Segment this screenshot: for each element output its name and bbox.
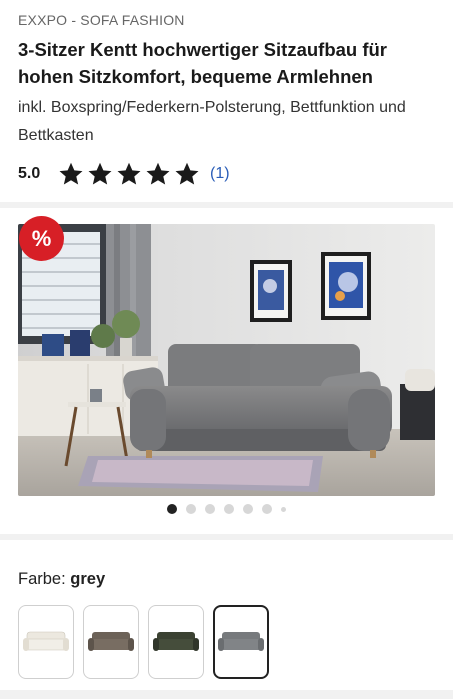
pagination-dot[interactable] <box>281 506 286 512</box>
product-title: 3-Sitzer Kentt hochwertiger Sitzaufbau f… <box>18 39 388 87</box>
star-icon <box>146 162 170 185</box>
section-divider <box>0 534 453 540</box>
color-swatch-brown[interactable] <box>83 605 139 679</box>
pagination-dot[interactable] <box>224 504 234 514</box>
review-count-link[interactable]: (1) <box>210 165 230 183</box>
selected-color-name: grey <box>70 570 106 588</box>
section-divider <box>0 690 453 699</box>
color-swatch-cream[interactable] <box>18 605 74 679</box>
pagination-dot[interactable] <box>262 504 272 514</box>
sofa-thumbnail <box>153 632 199 651</box>
color-swatches <box>18 605 269 679</box>
brand-name[interactable]: EXXPO - SOFA FASHION <box>18 12 185 28</box>
star-icon <box>175 162 199 185</box>
color-swatch-dark-green[interactable] <box>148 605 204 679</box>
rating-value: 5.0 <box>18 165 41 182</box>
product-subtitle: inkl. Boxspring/Federkern-Polsterung, Be… <box>18 99 406 144</box>
section-divider <box>0 202 453 208</box>
color-label-prefix: Farbe: <box>18 570 66 588</box>
product-image[interactable] <box>18 224 435 496</box>
sofa-thumbnail <box>88 632 134 651</box>
sofa-photo <box>18 224 435 496</box>
pagination-dot[interactable] <box>186 504 196 514</box>
color-swatch-grey[interactable] <box>213 605 269 679</box>
gallery-pagination[interactable] <box>0 504 453 514</box>
sofa-thumbnail <box>23 631 69 651</box>
star-icon <box>117 162 141 185</box>
color-label: Farbe: grey <box>18 570 105 589</box>
rating-stars <box>58 161 200 187</box>
sofa-thumbnail <box>218 632 264 651</box>
star-icon <box>59 162 83 185</box>
pagination-dot[interactable] <box>243 504 253 514</box>
pagination-dot[interactable] <box>205 504 215 514</box>
pagination-dot[interactable] <box>167 504 177 514</box>
rating-row[interactable]: 5.0 (1) <box>18 160 230 188</box>
star-icon <box>88 162 112 185</box>
sale-badge: % <box>19 216 64 261</box>
